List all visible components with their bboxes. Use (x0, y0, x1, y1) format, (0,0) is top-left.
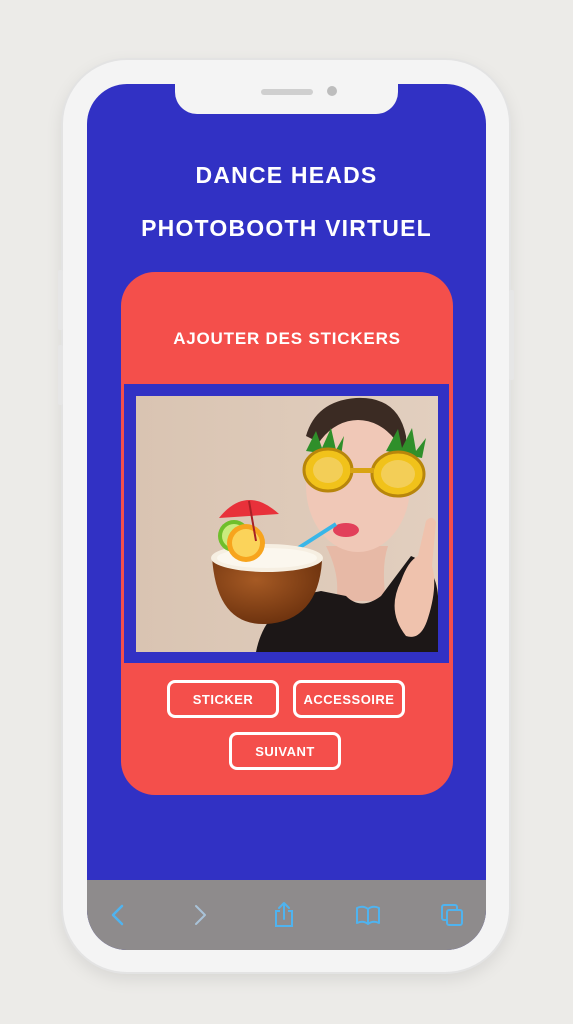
accessoire-button[interactable]: ACCESSOIRE (293, 680, 405, 718)
person-lips (333, 523, 359, 537)
app-title-line1: DANCE HEADS (195, 162, 378, 188)
photo-frame (124, 384, 449, 663)
phone-notch (175, 84, 398, 114)
sticker-card: AJOUTER DES STICKERS STICKER ACCESSOIRE … (121, 272, 453, 795)
suivant-button[interactable]: SUIVANT (229, 732, 341, 770)
phone-screen: DANCE HEADS PHOTOBOOTH VIRTUEL AJOUTER D… (87, 84, 486, 950)
browser-toolbar (87, 880, 486, 950)
app-title-line2: PHOTOBOOTH VIRTUEL (141, 215, 432, 241)
photo-preview[interactable] (136, 396, 438, 652)
front-camera (327, 86, 337, 96)
phone-side-button (58, 345, 63, 405)
speaker-grille (261, 89, 313, 95)
tabs-icon[interactable] (437, 900, 467, 930)
share-icon[interactable] (269, 900, 299, 930)
forward-icon[interactable] (185, 900, 215, 930)
bookmarks-icon[interactable] (353, 900, 383, 930)
phone-side-button (58, 270, 63, 330)
phone-power-button (509, 290, 514, 380)
card-heading: AJOUTER DES STICKERS (173, 329, 401, 348)
back-icon[interactable] (103, 900, 133, 930)
sticker-button[interactable]: STICKER (167, 680, 279, 718)
